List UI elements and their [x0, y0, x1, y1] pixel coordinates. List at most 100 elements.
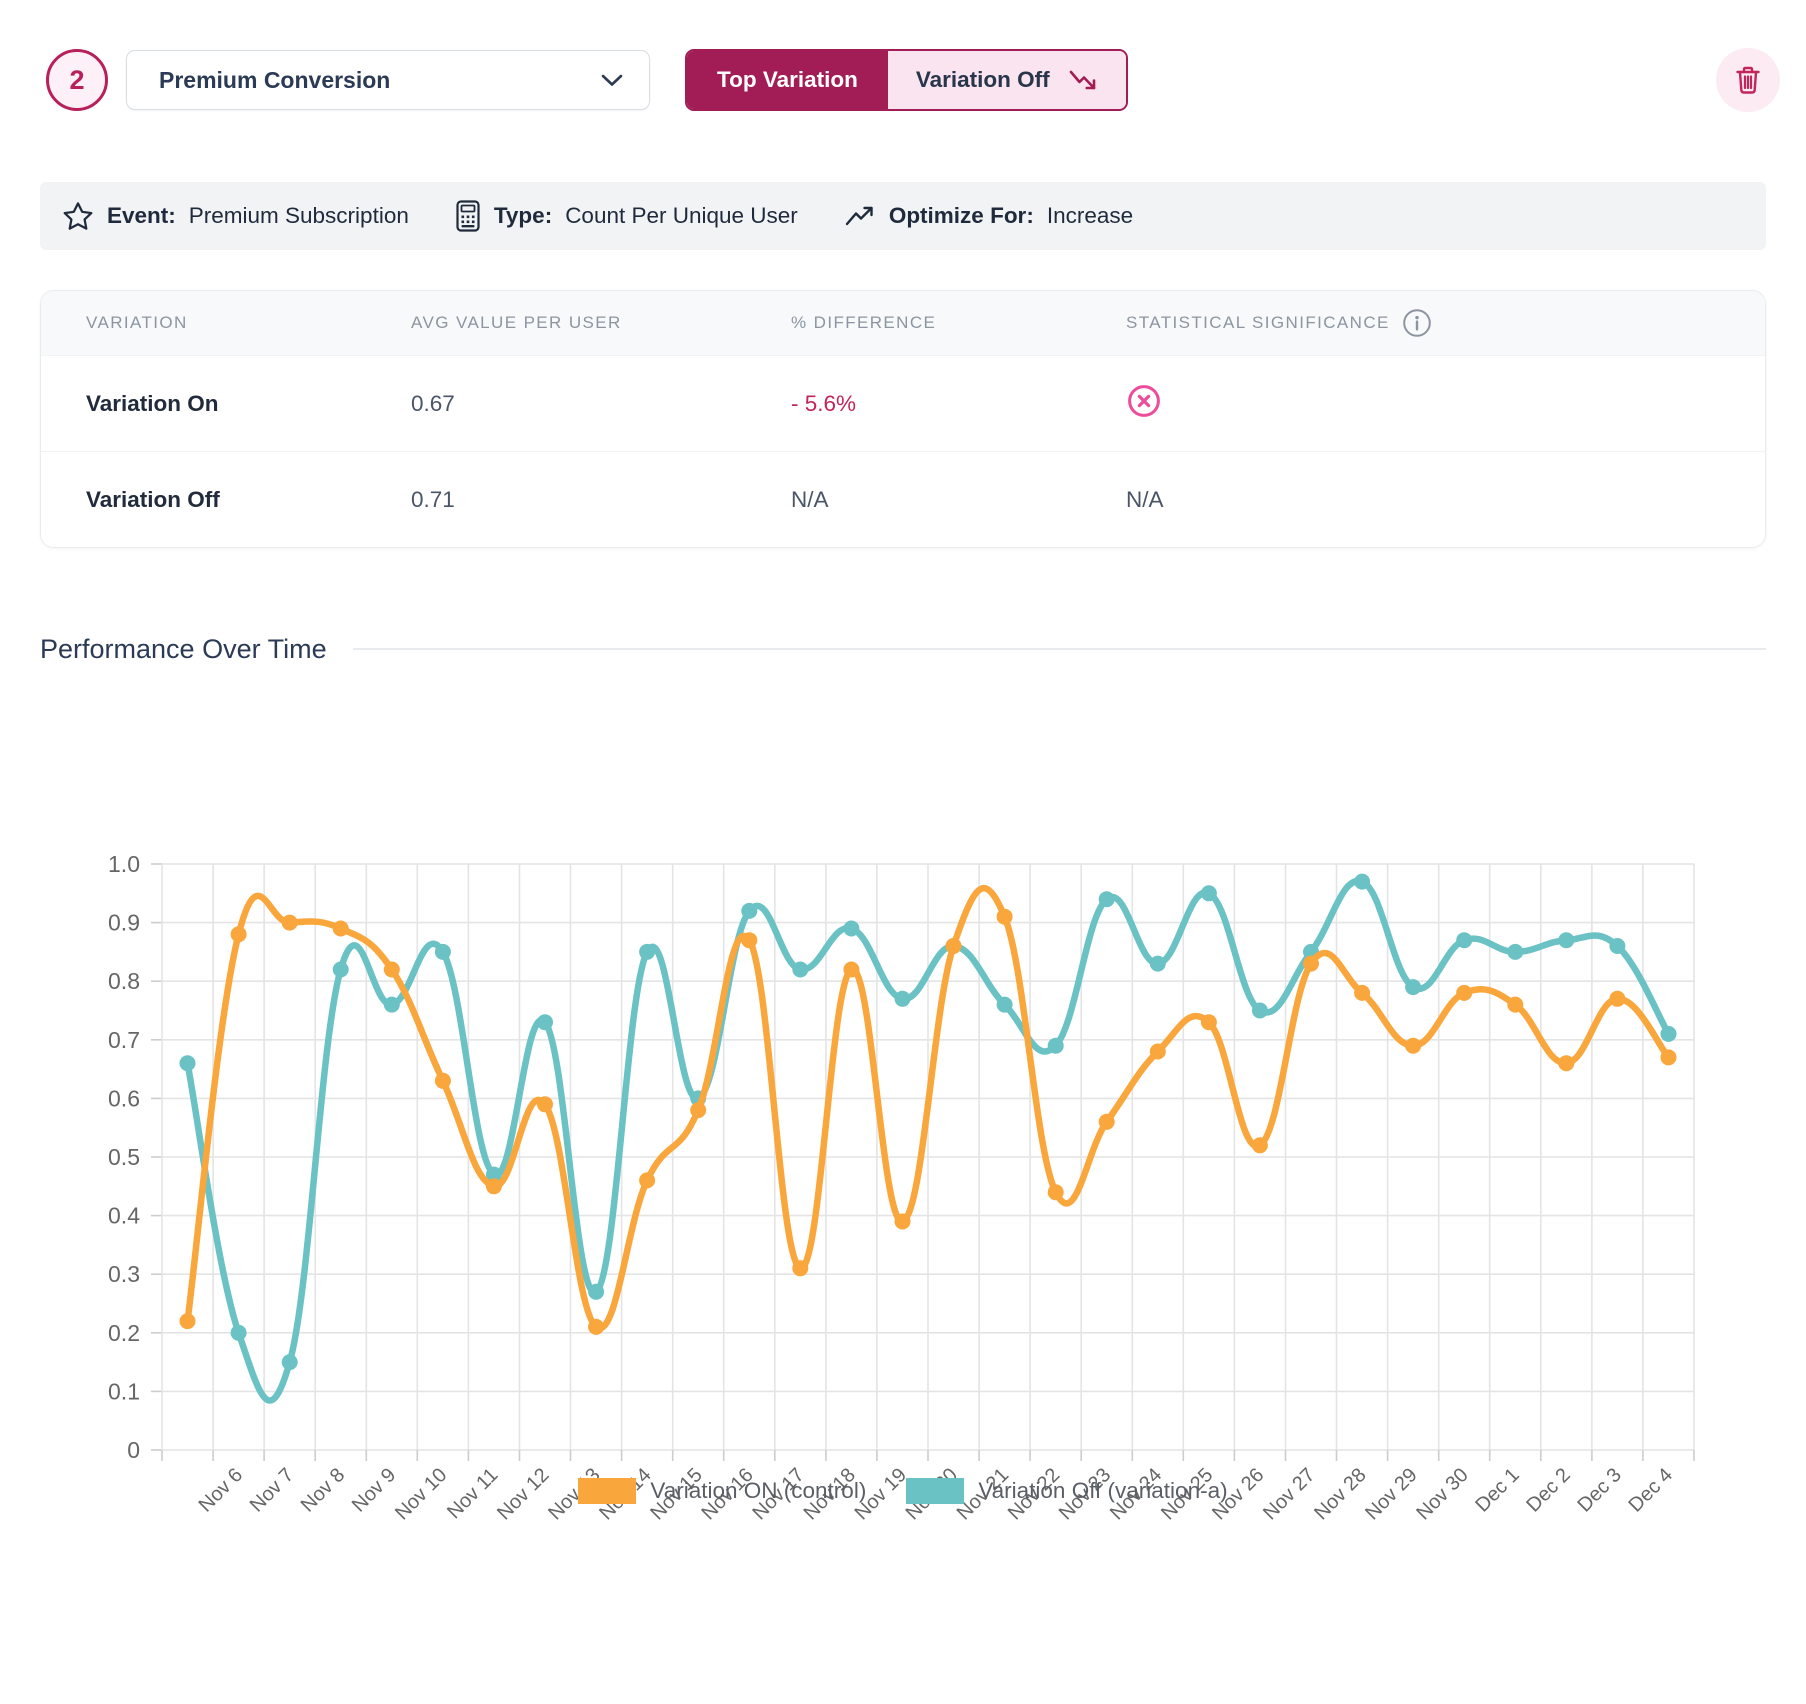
chart-point-series-0[interactable]: [180, 1313, 196, 1329]
chart-point-series-1[interactable]: [588, 1284, 604, 1300]
chevron-down-icon: [601, 74, 623, 87]
chart-point-series-0[interactable]: [1150, 1044, 1166, 1060]
legend-swatch-variation-on: [578, 1478, 636, 1504]
circle-x-icon: [1126, 383, 1162, 419]
chart-point-series-0[interactable]: [895, 1214, 911, 1230]
legend-item-variation-off[interactable]: Variation Off (variation-a): [906, 1478, 1227, 1504]
chart-point-series-0[interactable]: [1048, 1184, 1064, 1200]
chart-point-series-1[interactable]: [1609, 938, 1625, 954]
chart-point-series-0[interactable]: [282, 915, 298, 931]
meta-optimize-value: Increase: [1047, 203, 1133, 229]
chart-point-series-1[interactable]: [792, 962, 808, 978]
legend-label-variation-on: Variation ON (control): [650, 1478, 866, 1504]
col-variation: VARIATION: [86, 313, 411, 333]
chart-point-series-0[interactable]: [537, 1096, 553, 1112]
info-icon[interactable]: [1402, 308, 1432, 338]
chart-point-series-1[interactable]: [1201, 885, 1217, 901]
row1-avg-value: 0.71: [411, 487, 791, 513]
meta-event-label: Event:: [107, 203, 176, 229]
col-avg-value: AVG VALUE PER USER: [411, 313, 791, 333]
chart-point-series-0[interactable]: [1252, 1137, 1268, 1153]
top-variation-winner[interactable]: Variation Off: [888, 51, 1126, 109]
y-axis-label: 0.9: [108, 910, 140, 936]
chart-point-series-0[interactable]: [1099, 1114, 1115, 1130]
trend-up-icon: [844, 205, 876, 228]
chart-point-series-1[interactable]: [997, 997, 1013, 1013]
chart-point-series-1[interactable]: [231, 1325, 247, 1341]
table-row-variation-off: Variation Off 0.71 N/A N/A: [41, 451, 1765, 547]
metric-select-dropdown[interactable]: Premium Conversion: [126, 50, 650, 110]
row1-variation: Variation Off: [86, 487, 411, 513]
row0-variation: Variation On: [86, 391, 411, 417]
chart-point-series-1[interactable]: [1150, 956, 1166, 972]
chart-point-series-1[interactable]: [1456, 932, 1472, 948]
col-significance: STATISTICAL SIGNIFICANCE: [1126, 308, 1720, 338]
chart-point-series-1[interactable]: [895, 991, 911, 1007]
chart-point-series-0[interactable]: [843, 962, 859, 978]
chart-point-series-1[interactable]: [537, 1014, 553, 1030]
chart-point-series-1[interactable]: [384, 997, 400, 1013]
top-variation-winner-label: Variation Off: [916, 67, 1050, 93]
chart-point-series-1[interactable]: [282, 1354, 298, 1370]
metric-number-badge: 2: [46, 49, 108, 111]
row0-difference: - 5.6%: [791, 391, 1126, 417]
line-chart-canvas: 00.10.20.30.40.50.60.70.80.91.0Nov 6Nov …: [0, 686, 1806, 1566]
chart-point-series-1[interactable]: [333, 962, 349, 978]
meta-event-value: Premium Subscription: [189, 203, 409, 229]
y-axis-label: 0.2: [108, 1320, 140, 1346]
meta-type-value: Count Per Unique User: [565, 203, 798, 229]
chart-point-series-0[interactable]: [690, 1102, 706, 1118]
chart-point-series-0[interactable]: [588, 1319, 604, 1335]
top-variation-tab[interactable]: Top Variation: [687, 51, 888, 109]
results-table: VARIATION AVG VALUE PER USER % DIFFERENC…: [40, 290, 1766, 548]
meta-type: Type: Count Per Unique User: [455, 200, 798, 232]
meta-type-label: Type:: [494, 203, 552, 229]
chart-point-series-1[interactable]: [741, 903, 757, 919]
y-axis-label: 1.0: [108, 851, 140, 877]
chart-point-series-1[interactable]: [639, 944, 655, 960]
chart-point-series-1[interactable]: [1507, 944, 1523, 960]
trash-icon: [1734, 65, 1762, 95]
chart-point-series-0[interactable]: [1201, 1014, 1217, 1030]
chart-point-series-1[interactable]: [1099, 891, 1115, 907]
chart-point-series-0[interactable]: [231, 926, 247, 942]
chart-point-series-1[interactable]: [843, 921, 859, 937]
chart-point-series-0[interactable]: [639, 1172, 655, 1188]
star-icon: [62, 201, 94, 232]
chart-point-series-0[interactable]: [1661, 1049, 1677, 1065]
chart-point-series-0[interactable]: [792, 1260, 808, 1276]
chart-point-series-1[interactable]: [1252, 1003, 1268, 1019]
chart-point-series-0[interactable]: [946, 938, 962, 954]
delete-metric-button[interactable]: [1716, 48, 1780, 112]
chart-point-series-0[interactable]: [435, 1073, 451, 1089]
chart-point-series-0[interactable]: [384, 962, 400, 978]
chart-point-series-1[interactable]: [1558, 932, 1574, 948]
chart-point-series-0[interactable]: [1456, 985, 1472, 1001]
calculator-icon: [455, 200, 481, 232]
chart-point-series-1[interactable]: [1405, 979, 1421, 995]
chart-point-series-0[interactable]: [1558, 1055, 1574, 1071]
row0-significance: [1126, 383, 1720, 424]
chart-point-series-1[interactable]: [1048, 1038, 1064, 1054]
chart-point-series-1[interactable]: [1354, 874, 1370, 890]
chart-point-series-0[interactable]: [1405, 1038, 1421, 1054]
metric-number: 2: [69, 65, 84, 96]
chart-point-series-0[interactable]: [741, 932, 757, 948]
y-axis-label: 0.1: [108, 1378, 140, 1404]
chart-point-series-0[interactable]: [997, 909, 1013, 925]
section-title: Performance Over Time: [40, 634, 327, 665]
chart-point-series-0[interactable]: [333, 921, 349, 937]
chart-point-series-1[interactable]: [1661, 1026, 1677, 1042]
legend-label-variation-off: Variation Off (variation-a): [978, 1478, 1227, 1504]
chart-point-series-1[interactable]: [180, 1055, 196, 1071]
chart-point-series-0[interactable]: [1303, 956, 1319, 972]
chart-point-series-1[interactable]: [435, 944, 451, 960]
legend-item-variation-on[interactable]: Variation ON (control): [578, 1478, 866, 1504]
chart-point-series-0[interactable]: [1354, 985, 1370, 1001]
row1-significance: N/A: [1126, 487, 1720, 513]
chart-point-series-0[interactable]: [486, 1178, 502, 1194]
top-variation-tab-label: Top Variation: [717, 67, 858, 93]
meta-optimize: Optimize For: Increase: [844, 203, 1133, 229]
chart-point-series-0[interactable]: [1609, 991, 1625, 1007]
chart-point-series-0[interactable]: [1507, 997, 1523, 1013]
